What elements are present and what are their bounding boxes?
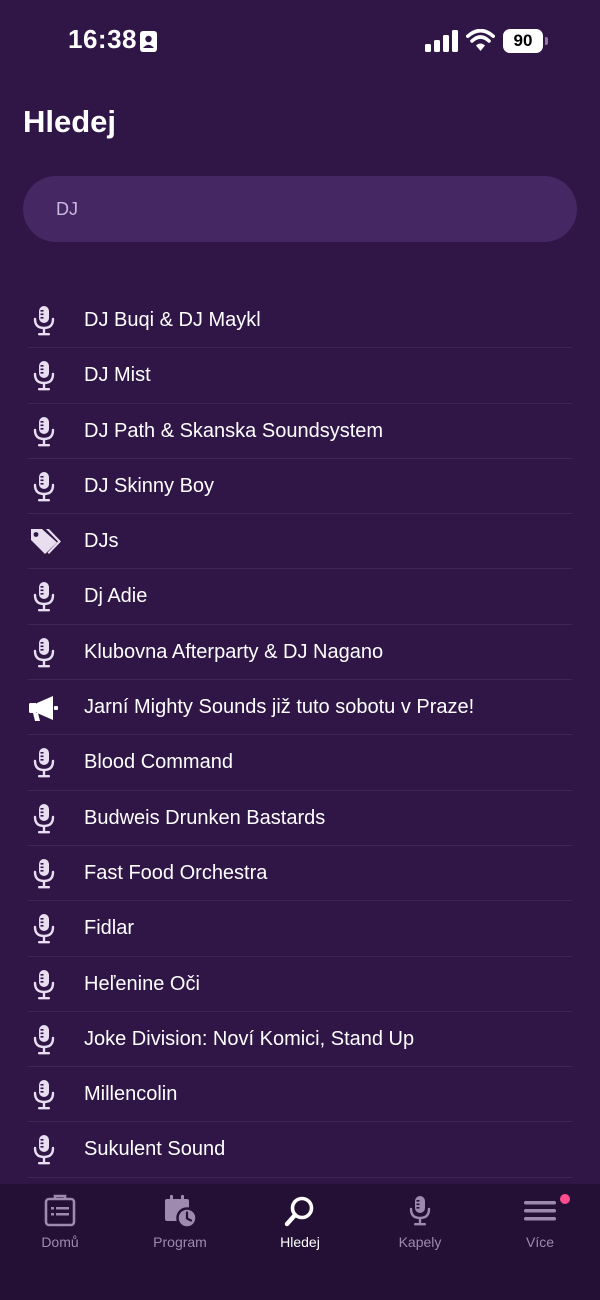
result-item[interactable]: Millencolin: [0, 1067, 600, 1123]
result-item[interactable]: Blood Command: [0, 735, 600, 791]
result-label: Millencolin: [84, 1083, 178, 1106]
search-box[interactable]: [23, 176, 577, 242]
microphone-icon: [33, 582, 55, 612]
microphone-icon: [33, 361, 55, 391]
result-label: Blood Command: [84, 751, 233, 774]
microphone-icon: [33, 416, 55, 446]
microphone-icon: [33, 1135, 55, 1165]
tab-label: Více: [525, 1234, 554, 1250]
home-list-icon: [44, 1194, 76, 1227]
tab-label: Program: [153, 1234, 207, 1250]
battery-indicator: 90: [503, 29, 549, 53]
menu-icon: [524, 1201, 556, 1221]
result-label: Heľenine Oči: [84, 972, 200, 995]
tab-label: Domů: [41, 1234, 79, 1250]
megaphone-icon: [29, 696, 58, 722]
bottom-tab-bar: Domů Program Hledej Kapely Více: [0, 1184, 600, 1300]
result-label: DJ Buqi & DJ Maykl: [84, 309, 261, 331]
calendar-clock-icon: [165, 1195, 197, 1228]
result-item[interactable]: Budweis Drunken Bastards: [0, 791, 600, 847]
tab-hledej[interactable]: Hledej: [240, 1184, 360, 1300]
microphone-icon: [33, 803, 55, 834]
tab-domu[interactable]: Domů: [0, 1184, 120, 1300]
tab-vice[interactable]: Více: [480, 1184, 600, 1300]
result-item[interactable]: Klubovna Afterparty & DJ Nagano: [0, 625, 600, 681]
notification-dot: [560, 1194, 570, 1204]
result-label: DJ Mist: [84, 364, 151, 387]
result-item[interactable]: Sukulent Sound: [0, 1122, 600, 1179]
microphone-icon: [33, 858, 55, 889]
battery-level: 90: [503, 29, 543, 53]
search-icon: [284, 1196, 314, 1227]
result-item[interactable]: Joke Division: Noví Komici, Stand Up: [0, 1012, 600, 1068]
result-item[interactable]: DJ Skinny Boy: [0, 459, 600, 515]
result-label: Fidlar: [84, 917, 135, 940]
result-item[interactable]: DJ Mist: [0, 348, 600, 404]
result-label: Joke Division: Noví Komici, Stand Up: [84, 1027, 415, 1050]
status-bar: 16:38 90: [0, 0, 600, 82]
microphone-icon: [33, 471, 55, 502]
battery-cap: [545, 37, 548, 45]
result-label: Sukulent Sound: [84, 1138, 226, 1161]
result-label: Jarní Mighty Sounds již tuto sobotu v Pr…: [84, 696, 475, 719]
result-label: DJ Skinny Boy: [84, 474, 215, 497]
contact-card-icon: [140, 31, 157, 52]
microphone-icon: [33, 969, 55, 999]
microphone-icon: [33, 306, 55, 336]
search-input[interactable]: [56, 176, 556, 242]
tab-label: Hledej: [280, 1234, 320, 1250]
tab-label: Kapely: [398, 1234, 442, 1250]
status-time: 16:38: [68, 24, 137, 54]
result-item[interactable]: Heľenine Oči: [0, 957, 600, 1013]
microphone-icon: [33, 914, 55, 944]
result-label: Klubovna Afterparty & DJ Nagano: [84, 640, 384, 663]
tab-kapely[interactable]: Kapely: [360, 1184, 480, 1300]
result-label: Fast Food Orchestra: [84, 861, 268, 884]
tab-program[interactable]: Program: [120, 1184, 240, 1300]
result-item[interactable]: DJ Buqi & DJ Maykl: [0, 293, 600, 349]
result-item[interactable]: Fast Food Orchestra: [0, 846, 600, 902]
microphone-icon: [33, 637, 55, 668]
microphone-icon: [409, 1196, 431, 1226]
cellular-signal-icon: [425, 30, 458, 52]
page-title: Hledej: [23, 104, 117, 139]
result-label: DJs: [84, 530, 119, 553]
result-label: DJ Path & Skanska Soundsystem: [84, 419, 384, 442]
result-item[interactable]: Jarní Mighty Sounds již tuto sobotu v Pr…: [0, 680, 600, 736]
wifi-icon: [466, 29, 495, 51]
microphone-icon: [33, 1080, 55, 1110]
microphone-icon: [33, 1024, 55, 1055]
result-item[interactable]: Fidlar: [0, 901, 600, 957]
result-item[interactable]: Dj Adie: [0, 569, 600, 626]
result-label: Budweis Drunken Bastards: [84, 806, 326, 829]
search-results-list: DJ Buqi & DJ Maykl DJ Mist DJ Path & Ska…: [0, 293, 600, 1179]
result-item[interactable]: DJ Path & Skanska Soundsystem: [0, 404, 600, 460]
microphone-icon: [33, 748, 55, 778]
tags-icon: [31, 529, 61, 555]
result-item[interactable]: DJs: [0, 514, 600, 570]
result-label: Dj Adie: [84, 585, 148, 608]
